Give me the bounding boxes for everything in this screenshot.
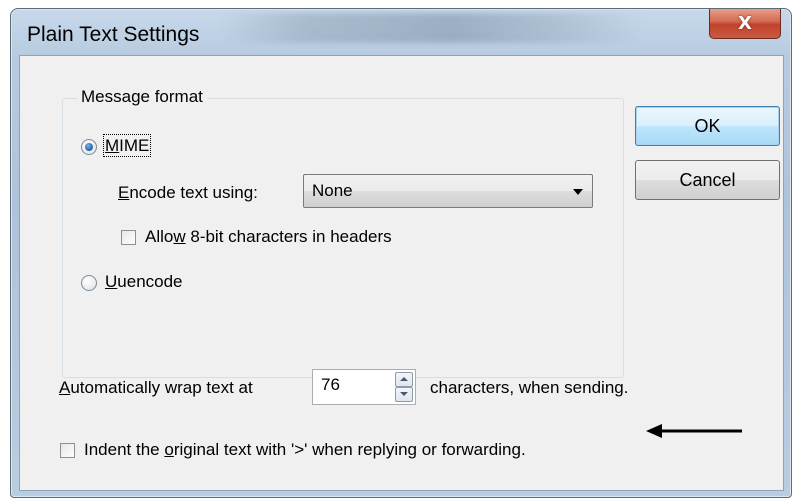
wrap-text-label: Automatically wrap text at — [59, 378, 253, 397]
close-button[interactable]: X — [709, 9, 781, 39]
mime-label[interactable]: MIME — [102, 134, 152, 157]
wrap-column-value: 76 — [321, 375, 340, 394]
spin-down-icon[interactable] — [395, 387, 413, 402]
uuencode-label[interactable]: Uuencode — [105, 272, 183, 292]
arrow-left-icon — [646, 424, 742, 438]
mime-radio[interactable] — [81, 139, 97, 155]
wrap-suffix-label: characters, when sending. — [430, 378, 629, 397]
indent-original-label[interactable]: Indent the original text with '>' when r… — [84, 440, 526, 460]
encode-text-select[interactable]: None — [303, 174, 593, 208]
message-format-group-label: Message format — [77, 87, 207, 107]
cancel-button[interactable]: Cancel — [635, 160, 780, 200]
wrap-column-input[interactable]: 76 — [312, 369, 416, 405]
allow-8bit-label[interactable]: Allow 8-bit characters in headers — [145, 227, 392, 247]
close-icon: X — [738, 12, 752, 34]
window-title: Plain Text Settings — [27, 23, 200, 46]
encode-text-label: Encode text using: — [118, 183, 258, 202]
spin-up-icon[interactable] — [395, 372, 413, 387]
title-bar-background — [221, 13, 641, 43]
chevron-down-icon — [573, 189, 583, 195]
message-format-group: Message format MIME Encode text using: N… — [62, 87, 624, 378]
uuencode-radio[interactable] — [81, 275, 97, 291]
allow-8bit-checkbox[interactable] — [121, 230, 136, 245]
ok-button[interactable]: OK — [635, 106, 780, 146]
encode-text-value: None — [312, 181, 353, 200]
indent-original-checkbox[interactable] — [60, 443, 75, 458]
